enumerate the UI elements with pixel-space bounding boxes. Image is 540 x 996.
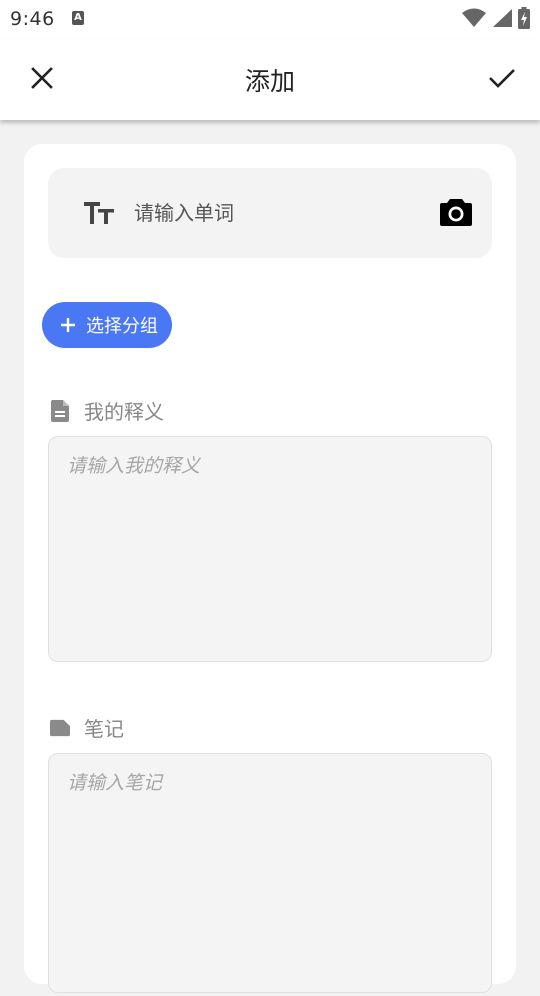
- page-title: 添加: [244, 67, 295, 96]
- select-group-button[interactable]: 选择分组: [42, 302, 172, 348]
- word-input[interactable]: [134, 194, 424, 232]
- text-size-icon: [84, 202, 114, 224]
- definition-input[interactable]: [49, 437, 491, 661]
- plus-icon: [61, 318, 75, 332]
- a-notification-icon: A: [72, 11, 84, 25]
- cell-signal-icon: [493, 9, 512, 27]
- definition-label-text: 我的释义: [84, 400, 164, 424]
- confirm-button[interactable]: [482, 58, 522, 98]
- document-icon: [51, 399, 69, 422]
- notes-label: 笔记: [50, 713, 124, 742]
- battery-charging-icon: [518, 7, 530, 29]
- app-bar: 添加: [0, 40, 540, 120]
- notes-input-container: [48, 753, 492, 993]
- notes-input[interactable]: [49, 754, 491, 992]
- wifi-icon: [462, 8, 486, 27]
- definition-input-container: [48, 436, 492, 662]
- word-input-container: [48, 168, 492, 258]
- select-group-label: 选择分组: [86, 316, 158, 337]
- note-icon: [50, 719, 70, 736]
- notes-label-text: 笔记: [84, 717, 124, 741]
- definition-label: 我的释义: [50, 396, 164, 425]
- check-icon: [489, 69, 515, 88]
- form-card: 选择分组 我的释义 笔记: [24, 144, 516, 993]
- status-bar: 9:46 A: [0, 0, 540, 40]
- camera-icon[interactable]: [440, 197, 472, 227]
- status-icons: [462, 6, 530, 30]
- status-time: 9:46: [10, 8, 55, 30]
